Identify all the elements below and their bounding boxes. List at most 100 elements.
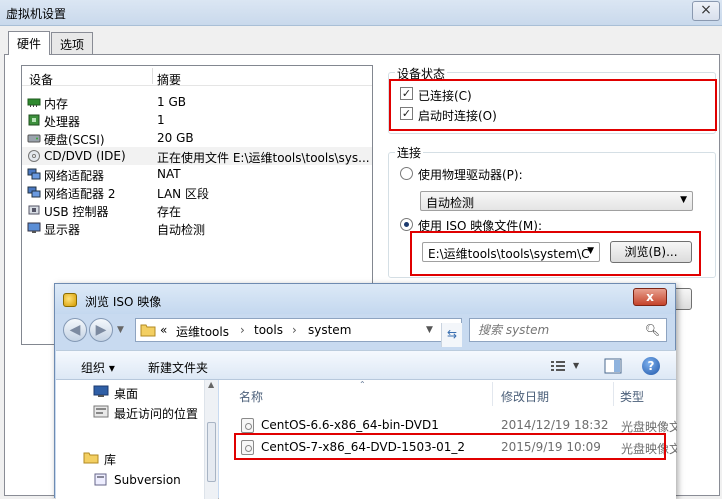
physical-drive-radio[interactable] [400,167,413,180]
device-row-network-adapter[interactable]: 网络适配器 NAT [22,165,372,183]
refresh-icon[interactable]: ⇆ [441,323,462,347]
physical-drive-dropdown[interactable]: 自动检测 ▼ [420,191,693,211]
hard-disk-icon [27,134,41,143]
highlight-box-file [234,433,666,460]
back-arrow-icon[interactable]: ◀ [63,318,87,342]
column-type[interactable]: 类型 [620,388,644,405]
usb-icon [28,205,40,215]
vm-window-title: 虚拟机设置 [6,7,67,21]
desktop-icon [93,385,109,397]
device-name: CD/DVD (IDE) [44,149,126,163]
address-bar[interactable]: « 运维tools › tools › system ▼ ⇆ [135,318,462,347]
vm-title-bar[interactable]: 虚拟机设置 × [0,0,722,26]
iso-image-radio[interactable] [400,218,413,231]
device-summary: NAT [157,167,181,181]
address-dropdown-icon[interactable]: ▼ [426,325,433,335]
search-box[interactable]: 🔍︎ [469,318,667,342]
vmware-app-icon [63,293,77,307]
device-row-processor[interactable]: 处理器 1 [22,111,372,129]
device-name: 硬盘(SCSI) [44,133,105,147]
memory-icon [27,98,41,107]
processor-icon [28,114,40,126]
view-options-icon[interactable] [551,360,565,372]
device-summary: 1 [157,113,165,127]
vm-close-button[interactable]: × [692,1,720,21]
column-date[interactable]: 修改日期 [501,388,549,405]
physical-drive-label[interactable]: 使用物理驱动器(P): [418,166,523,183]
breadcrumb-part[interactable]: 运维tools [176,323,229,340]
file-name: CentOS-6.6-x86_64-bin-DVD1 [261,418,439,432]
view-dropdown-icon[interactable]: ▼ [573,361,579,370]
network-adapter-icon [27,186,41,198]
column-separator[interactable] [492,382,493,406]
device-row-usb-controller[interactable]: USB 控制器 存在 [22,201,372,219]
dropdown-arrow-icon: ▼ [680,195,687,205]
device-summary: 正在使用文件 E:\运维tools\tools\sys... [157,151,370,165]
network-adapter-icon [27,168,41,180]
cd-dvd-icon [28,150,40,162]
disc-image-icon [241,418,254,433]
organize-button[interactable]: 组织 ▾ [81,359,115,376]
device-name: 网络适配器 [44,169,105,183]
scroll-up-icon[interactable]: ▲ [208,380,214,389]
iso-nav-pane: 桌面 最近访问的位置 库 Subversion ▲ [56,380,218,499]
device-row-cd-dvd[interactable]: CD/DVD (IDE) 正在使用文件 E:\运维tools\tools\sys… [22,147,372,165]
device-row-network-adapter-2[interactable]: 网络适配器 2 LAN 区段 [22,183,372,201]
device-summary: 存在 [157,205,182,219]
nav-item-desktop[interactable]: 桌面 [114,385,138,402]
highlight-box-status [389,79,717,131]
nav-item-subversion[interactable]: Subversion [114,473,181,487]
nav-pane-scrollbar[interactable]: ▲ [204,380,218,499]
device-row-memory[interactable]: 内存 1 GB [22,93,372,111]
scrollbar-thumb[interactable] [207,422,216,482]
recent-places-icon [93,405,109,418]
column-device[interactable]: 设备 [29,71,53,88]
physical-drive-value: 自动检测 [426,196,475,210]
search-icon[interactable]: 🔍︎ [645,323,660,337]
history-dropdown-icon[interactable]: ▼ [117,325,124,335]
search-input[interactable] [476,322,636,338]
column-summary[interactable]: 摘要 [157,71,181,88]
browse-iso-dialog: 浏览 ISO 映像 x ◀ ▶ ▼ « 运维tools › tools › sy… [54,283,677,499]
device-summary: LAN 区段 [157,187,209,201]
device-list-header: 设备 摘要 [22,66,372,88]
new-folder-button[interactable]: 新建文件夹 [148,359,208,376]
column-name[interactable]: 名称 [239,388,263,405]
device-summary: 1 GB [157,95,186,109]
device-name: 显示器 [44,223,81,237]
device-name: 处理器 [44,115,81,129]
nav-item-recent-places[interactable]: 最近访问的位置 [114,405,198,422]
forward-arrow-icon[interactable]: ▶ [89,318,113,342]
file-date: 2014/12/19 18:32 [501,418,609,432]
tab-options[interactable]: 选项 [51,32,94,54]
breadcrumb-part[interactable]: tools [254,323,283,337]
header-separator [152,68,153,84]
device-row-display[interactable]: 显示器 自动检测 [22,219,372,237]
display-icon [27,222,41,233]
sort-ascending-icon: ⌃ [359,380,366,389]
device-name: 内存 [44,97,69,111]
device-summary: 自动检测 [157,223,206,237]
highlight-box-iso [410,231,701,276]
device-row-hard-disk[interactable]: 硬盘(SCSI) 20 GB [22,129,372,147]
iso-dialog-title: 浏览 ISO 映像 [85,295,162,309]
iso-navigation-bar: ◀ ▶ ▼ « 运维tools › tools › system ▼ ⇆ 🔍︎ [55,314,675,348]
nav-item-libraries[interactable]: 库 [104,451,116,468]
iso-toolbar: 组织 ▾ 新建文件夹 ▼ ? [56,350,676,380]
help-icon[interactable]: ? [642,357,660,375]
breadcrumb-separator-icon[interactable]: › [292,323,297,337]
iso-title-bar[interactable]: 浏览 ISO 映像 x [55,284,675,314]
preview-pane-icon[interactable] [604,358,622,374]
iso-close-button[interactable]: x [633,288,667,306]
folder-icon [140,324,156,337]
breadcrumb-separator-icon[interactable]: › [240,323,245,337]
subversion-icon [94,473,107,486]
address-prefix: « [160,323,168,337]
libraries-icon [83,452,99,464]
column-separator[interactable] [613,382,614,406]
connection-title: 连接 [395,144,424,161]
breadcrumb-part[interactable]: system [308,323,351,337]
tab-hardware[interactable]: 硬件 [8,31,51,55]
device-name: 网络适配器 2 [44,187,116,201]
device-name: USB 控制器 [44,205,109,219]
